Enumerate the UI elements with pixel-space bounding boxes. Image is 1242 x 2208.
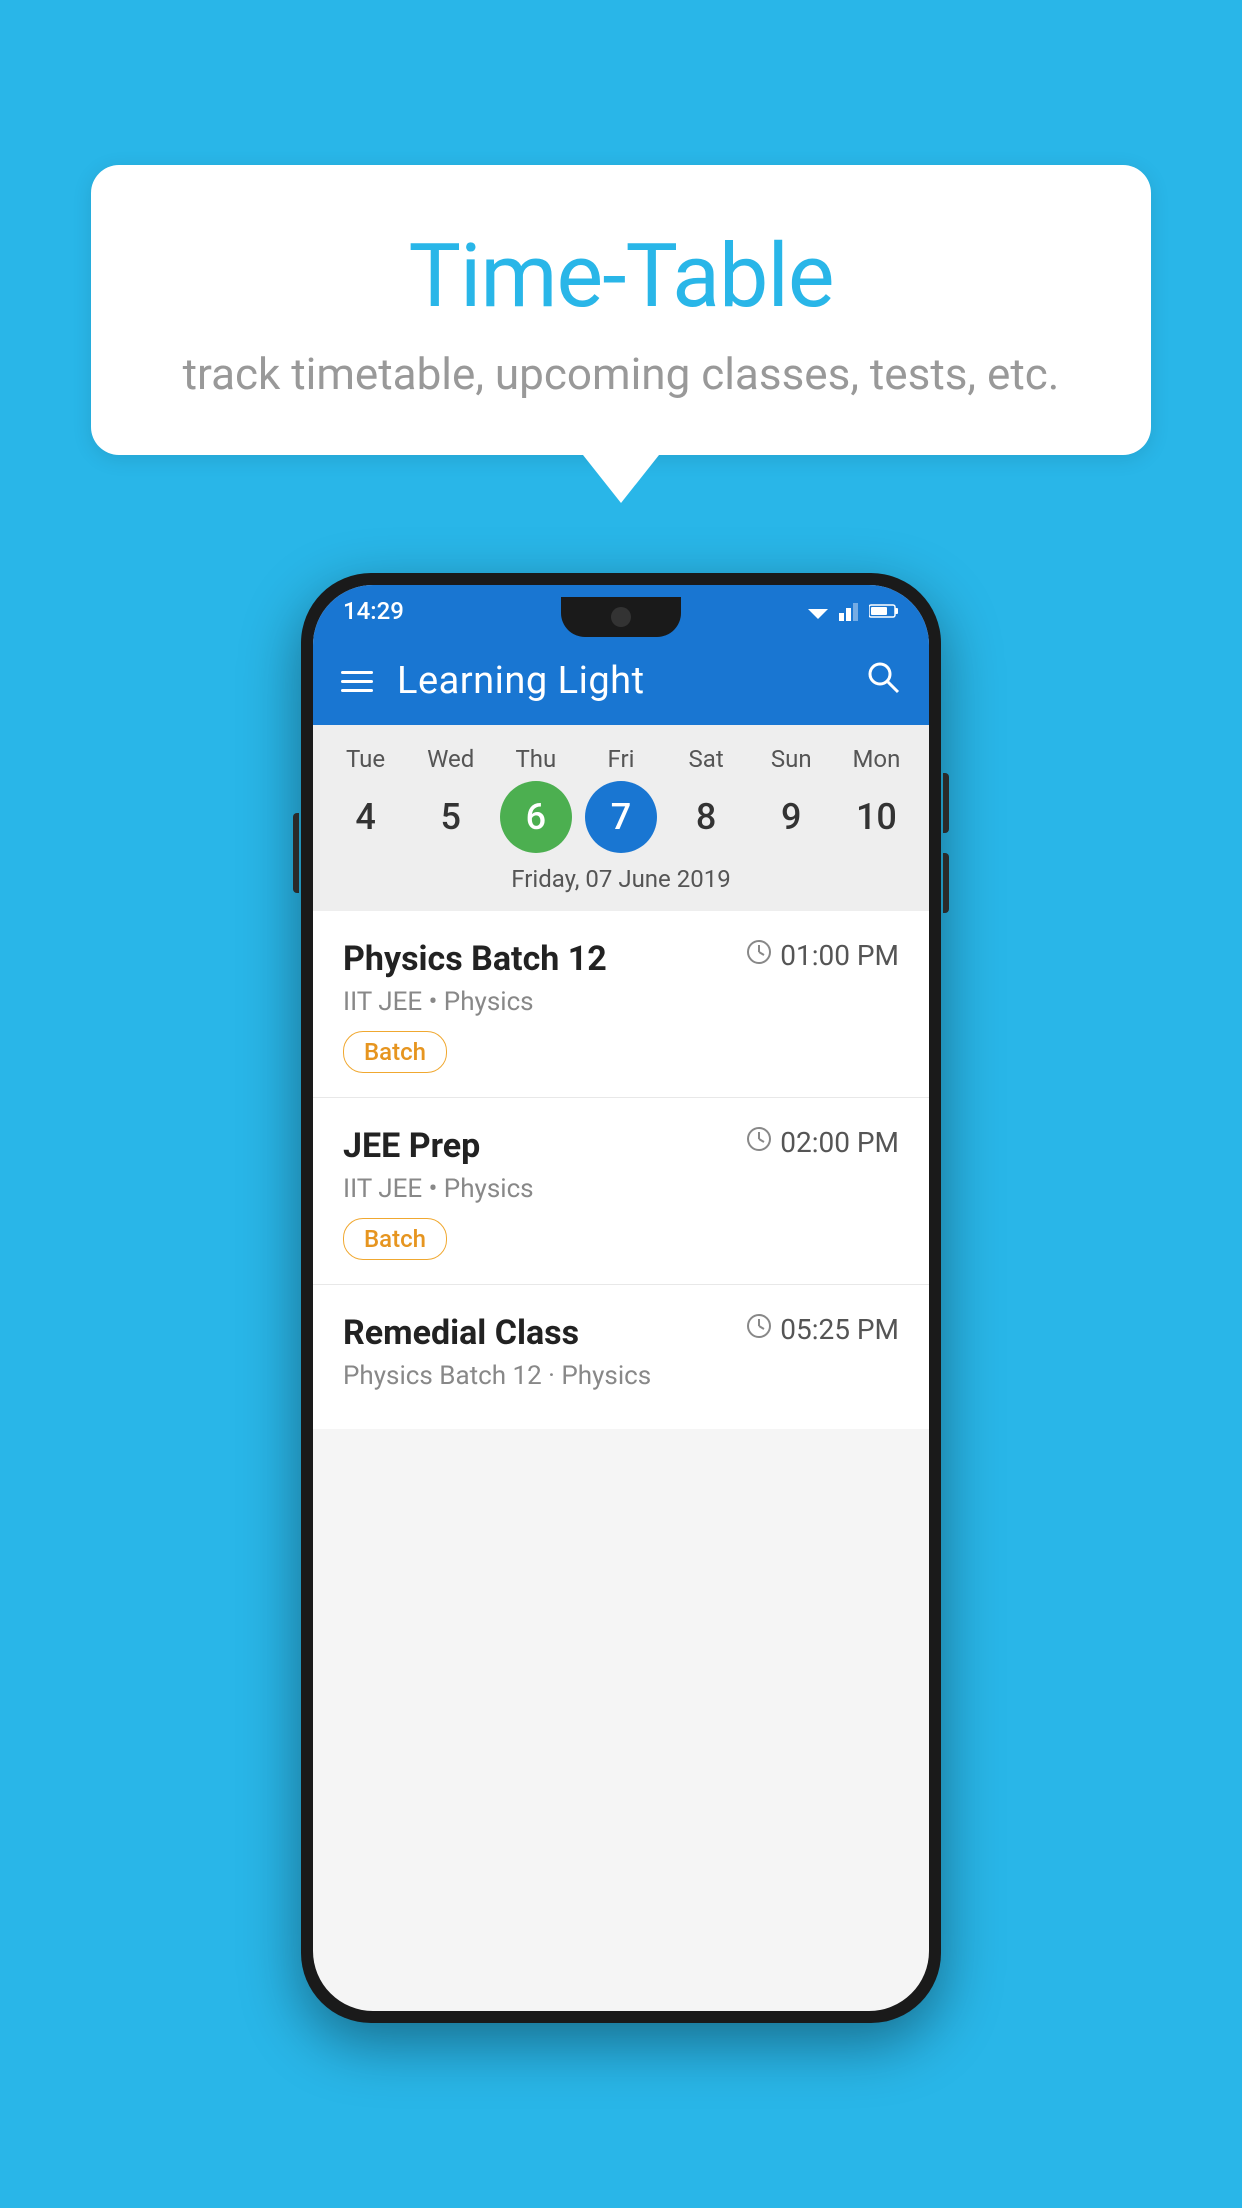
schedule-item-3-title: Remedial Class <box>343 1313 579 1353</box>
date-9[interactable]: 9 <box>755 781 827 853</box>
schedule-item-1-badge: Batch <box>343 1031 447 1073</box>
schedule-item-1-title: Physics Batch 12 <box>343 939 607 979</box>
phone-screen: 14:29 <box>313 585 929 2011</box>
schedule-item-2-subtitle: IIT JEE • Physics <box>343 1174 899 1204</box>
schedule-item-1[interactable]: Physics Batch 12 01:00 PM <box>313 911 929 1098</box>
date-4[interactable]: 4 <box>330 781 402 853</box>
power-button <box>293 813 299 893</box>
volume-down-button <box>943 853 949 913</box>
day-thu: Thu <box>500 745 572 773</box>
schedule-item-2-badge: Batch <box>343 1218 447 1260</box>
phone-outer-frame: 14:29 <box>301 573 941 2023</box>
schedule-list: Physics Batch 12 01:00 PM <box>313 911 929 1429</box>
phone-mockup: 14:29 <box>91 573 1151 2023</box>
day-sat: Sat <box>670 745 742 773</box>
speech-bubble-section: Time-Table track timetable, upcoming cla… <box>91 165 1151 503</box>
schedule-item-3-header: Remedial Class 05:25 PM <box>343 1313 899 1353</box>
schedule-item-2-header: JEE Prep 02:00 PM <box>343 1126 899 1166</box>
schedule-item-1-subtitle: IIT JEE • Physics <box>343 987 899 1017</box>
schedule-item-3[interactable]: Remedial Class 05:25 PM <box>313 1285 929 1429</box>
clock-icon-3 <box>746 1313 772 1346</box>
day-sun: Sun <box>755 745 827 773</box>
speech-bubble-card: Time-Table track timetable, upcoming cla… <box>91 165 1151 455</box>
volume-up-button <box>943 773 949 833</box>
calendar-strip: Tue Wed Thu Fri Sat Sun Mon 4 5 6 7 8 9 … <box>313 725 929 911</box>
schedule-item-1-time: 01:00 PM <box>746 939 899 972</box>
clock-icon-1 <box>746 939 772 972</box>
app-bar: Learning Light <box>313 637 929 725</box>
date-6-today[interactable]: 6 <box>500 781 572 853</box>
status-icons <box>805 601 899 621</box>
search-icon[interactable] <box>865 659 901 704</box>
schedule-item-2-title: JEE Prep <box>343 1126 480 1166</box>
speech-bubble-subtitle: track timetable, upcoming classes, tests… <box>151 348 1091 400</box>
phone-notch <box>561 597 681 637</box>
speech-bubble-pointer <box>583 455 659 503</box>
app-bar-title: Learning Light <box>397 659 865 703</box>
day-tue: Tue <box>330 745 402 773</box>
schedule-item-2[interactable]: JEE Prep 02:00 PM <box>313 1098 929 1285</box>
schedule-item-1-header: Physics Batch 12 01:00 PM <box>343 939 899 979</box>
day-numbers: 4 5 6 7 8 9 10 <box>313 773 929 853</box>
day-headers: Tue Wed Thu Fri Sat Sun Mon <box>313 745 929 773</box>
day-wed: Wed <box>415 745 487 773</box>
date-10[interactable]: 10 <box>840 781 912 853</box>
wifi-icon <box>805 601 831 621</box>
day-mon: Mon <box>840 745 912 773</box>
battery-icon <box>869 603 899 619</box>
schedule-item-2-time: 02:00 PM <box>746 1126 899 1159</box>
date-5[interactable]: 5 <box>415 781 487 853</box>
clock-icon-2 <box>746 1126 772 1159</box>
date-8[interactable]: 8 <box>670 781 742 853</box>
day-fri: Fri <box>585 745 657 773</box>
schedule-item-2-time-text: 02:00 PM <box>780 1126 899 1159</box>
status-time: 14:29 <box>343 597 404 625</box>
signal-icon <box>839 601 861 621</box>
schedule-item-3-time-text: 05:25 PM <box>780 1313 899 1346</box>
selected-date-label: Friday, 07 June 2019 <box>313 853 929 901</box>
hamburger-menu-icon[interactable] <box>341 671 373 692</box>
speech-bubble-title: Time-Table <box>151 225 1091 328</box>
schedule-item-3-subtitle: Physics Batch 12 · Physics <box>343 1361 899 1391</box>
date-7-selected[interactable]: 7 <box>585 781 657 853</box>
schedule-item-1-time-text: 01:00 PM <box>780 939 899 972</box>
schedule-item-3-time: 05:25 PM <box>746 1313 899 1346</box>
